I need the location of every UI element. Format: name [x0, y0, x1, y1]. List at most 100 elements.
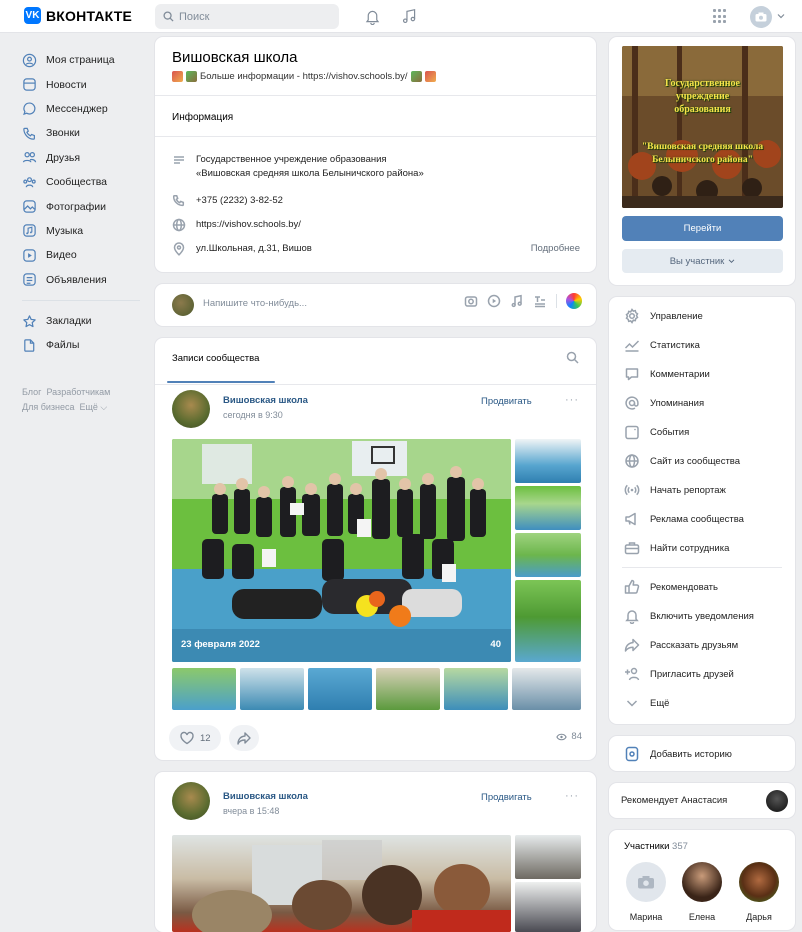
post-photo-thumbnail[interactable] [240, 668, 304, 710]
sidebar-item-ads[interactable]: Объявления [22, 268, 148, 292]
post-author-avatar[interactable] [172, 390, 210, 428]
post-photo-thumbnail[interactable] [512, 668, 581, 710]
post-photo-thumbnail[interactable] [172, 668, 236, 710]
address-text[interactable]: ул.Школьная, д.31, Вишов [196, 242, 312, 256]
member-card[interactable]: Дарья [737, 862, 781, 922]
more-info-link[interactable]: Подробнее [531, 243, 580, 254]
sidebar-item-music[interactable]: Музыка [22, 219, 148, 243]
post-photo-thumbnail[interactable] [515, 533, 581, 577]
menu-item-community-ads[interactable]: Реклама сообщества [624, 511, 744, 527]
add-story-button[interactable]: Добавить историю [624, 746, 732, 762]
post-menu-button[interactable]: ··· [565, 790, 579, 802]
view-count: 84 [571, 731, 582, 742]
menu-item-label: Статистика [650, 339, 700, 351]
post-menu-button[interactable]: ··· [565, 394, 579, 406]
post-timestamp[interactable]: вчера в 15:48 [223, 806, 279, 816]
music-player-icon[interactable] [398, 5, 420, 27]
post-photo-thumbnail[interactable] [376, 668, 440, 710]
composer-input[interactable]: Напишите что-нибудь... [203, 298, 307, 309]
post-photo-thumbnail[interactable] [515, 835, 581, 879]
cover-text-line: учреждение [675, 91, 730, 102]
menu-item-more[interactable]: Ещё [624, 695, 669, 711]
sidebar-item-messenger[interactable]: Мессенджер [22, 97, 148, 121]
info-tab[interactable]: Информация [172, 112, 233, 123]
notifications-bell-icon[interactable] [361, 5, 383, 27]
poster-color-icon[interactable] [566, 293, 582, 309]
footer-link-developers[interactable]: Разработчикам [46, 387, 110, 397]
sidebar-item-video[interactable]: Видео [22, 243, 148, 267]
menu-item-invite-friends[interactable]: Пригласить друзей [624, 666, 734, 682]
menu-item-tell-friends[interactable]: Рассказать друзьям [624, 637, 738, 653]
recommends-text[interactable]: Рекомендует Анастасия [621, 795, 727, 806]
bell-icon [625, 610, 639, 624]
article-icon[interactable] [533, 294, 547, 308]
post-author-name[interactable]: Вишовская школа [223, 791, 308, 802]
recommender-avatar[interactable] [766, 790, 788, 812]
video-play-icon[interactable] [487, 294, 501, 308]
member-avatar [626, 862, 666, 902]
post-photo-thumbnail[interactable] [515, 439, 581, 483]
classroom-photo-image [192, 840, 511, 932]
sidebar-item-friends[interactable]: Друзья [22, 146, 148, 170]
post-author-avatar[interactable] [172, 782, 210, 820]
menu-item-enable-notifications[interactable]: Включить уведомления [624, 608, 754, 624]
menu-item-label: Включить уведомления [650, 610, 754, 622]
footer-link-business[interactable]: Для бизнеса [22, 402, 75, 412]
sidebar-item-calls[interactable]: Звонки [22, 121, 148, 145]
post-photo-thumbnail[interactable] [444, 668, 508, 710]
share-button[interactable] [229, 725, 259, 751]
menu-item-comments[interactable]: Комментарии [624, 366, 710, 382]
footer-link-more[interactable]: Ещё ⌵ [80, 402, 108, 412]
chevron-down-icon[interactable] [777, 12, 785, 20]
membership-button[interactable]: Вы участник [622, 249, 783, 273]
post-photo-thumbnail[interactable] [515, 882, 581, 932]
menu-item-find-employee[interactable]: Найти сотрудника [624, 540, 729, 556]
post-author-name[interactable]: Вишовская школа [223, 395, 308, 406]
group-cover-image[interactable]: Государственное учреждение образования "… [622, 46, 783, 208]
post-timestamp[interactable]: сегодня в 9:30 [223, 410, 283, 420]
menu-item-site-from-community[interactable]: Сайт из сообщества [624, 453, 740, 469]
post-photo-thumbnail[interactable] [308, 668, 372, 710]
menu-item-events[interactable]: События [624, 424, 689, 440]
group-website: https://vishov.schools.by/ [172, 218, 301, 232]
search-box[interactable] [155, 4, 339, 29]
sidebar-item-photos[interactable]: Фотографии [22, 194, 148, 218]
services-grid-icon[interactable] [713, 9, 728, 24]
post-photo-thumbnail[interactable] [515, 486, 581, 530]
promote-button[interactable]: Продвигать [481, 792, 532, 803]
left-navigation: Моя страница Новости Мессенджер Звонки Д… [22, 48, 148, 415]
post-composer: Напишите что-нибудь... [155, 284, 596, 326]
menu-item-recommend[interactable]: Рекомендовать [624, 579, 718, 595]
member-card[interactable]: Елена [680, 862, 724, 922]
like-button[interactable]: 12 [169, 725, 221, 751]
profile-avatar[interactable] [750, 6, 772, 28]
vk-logo[interactable]: VK ВКОНТАКТЕ [24, 7, 132, 24]
sidebar-item-files[interactable]: Файлы [22, 333, 148, 357]
music-icon[interactable] [510, 294, 524, 308]
membership-label: Вы участник [669, 255, 725, 267]
photo-icon [23, 200, 36, 213]
search-input[interactable] [179, 10, 329, 23]
post-main-photo[interactable]: 23 февраля 2022 40 [172, 439, 511, 662]
website-link[interactable]: https://vishov.schools.by/ [196, 218, 301, 232]
members-title[interactable]: Участники 357 [624, 841, 688, 852]
member-card[interactable]: Марина [624, 862, 668, 922]
menu-item-mentions[interactable]: Упоминания [624, 395, 704, 411]
menu-item-manage[interactable]: Управление [624, 308, 703, 324]
post-main-photo[interactable] [172, 835, 511, 932]
footer-link-blog[interactable]: Блог [22, 387, 41, 397]
menu-item-statistics[interactable]: Статистика [624, 337, 700, 353]
sidebar-item-bookmarks[interactable]: Закладки [22, 309, 148, 333]
promote-button[interactable]: Продвигать [481, 396, 532, 407]
sidebar-item-my-page[interactable]: Моя страница [22, 48, 148, 72]
camera-icon[interactable] [464, 294, 478, 308]
sidebar-item-news[interactable]: Новости [22, 72, 148, 96]
post-photo-thumbnail[interactable] [515, 580, 581, 662]
sidebar-item-communities[interactable]: Сообщества [22, 170, 148, 194]
tab-community-posts[interactable]: Записи сообщества [172, 353, 259, 364]
phone-number[interactable]: +375 (2232) 3-82-52 [196, 194, 283, 208]
chevron-down-icon [728, 258, 735, 263]
search-icon[interactable] [566, 351, 579, 364]
go-button[interactable]: Перейти [622, 216, 783, 241]
menu-item-start-broadcast[interactable]: Начать репортаж [624, 482, 726, 498]
